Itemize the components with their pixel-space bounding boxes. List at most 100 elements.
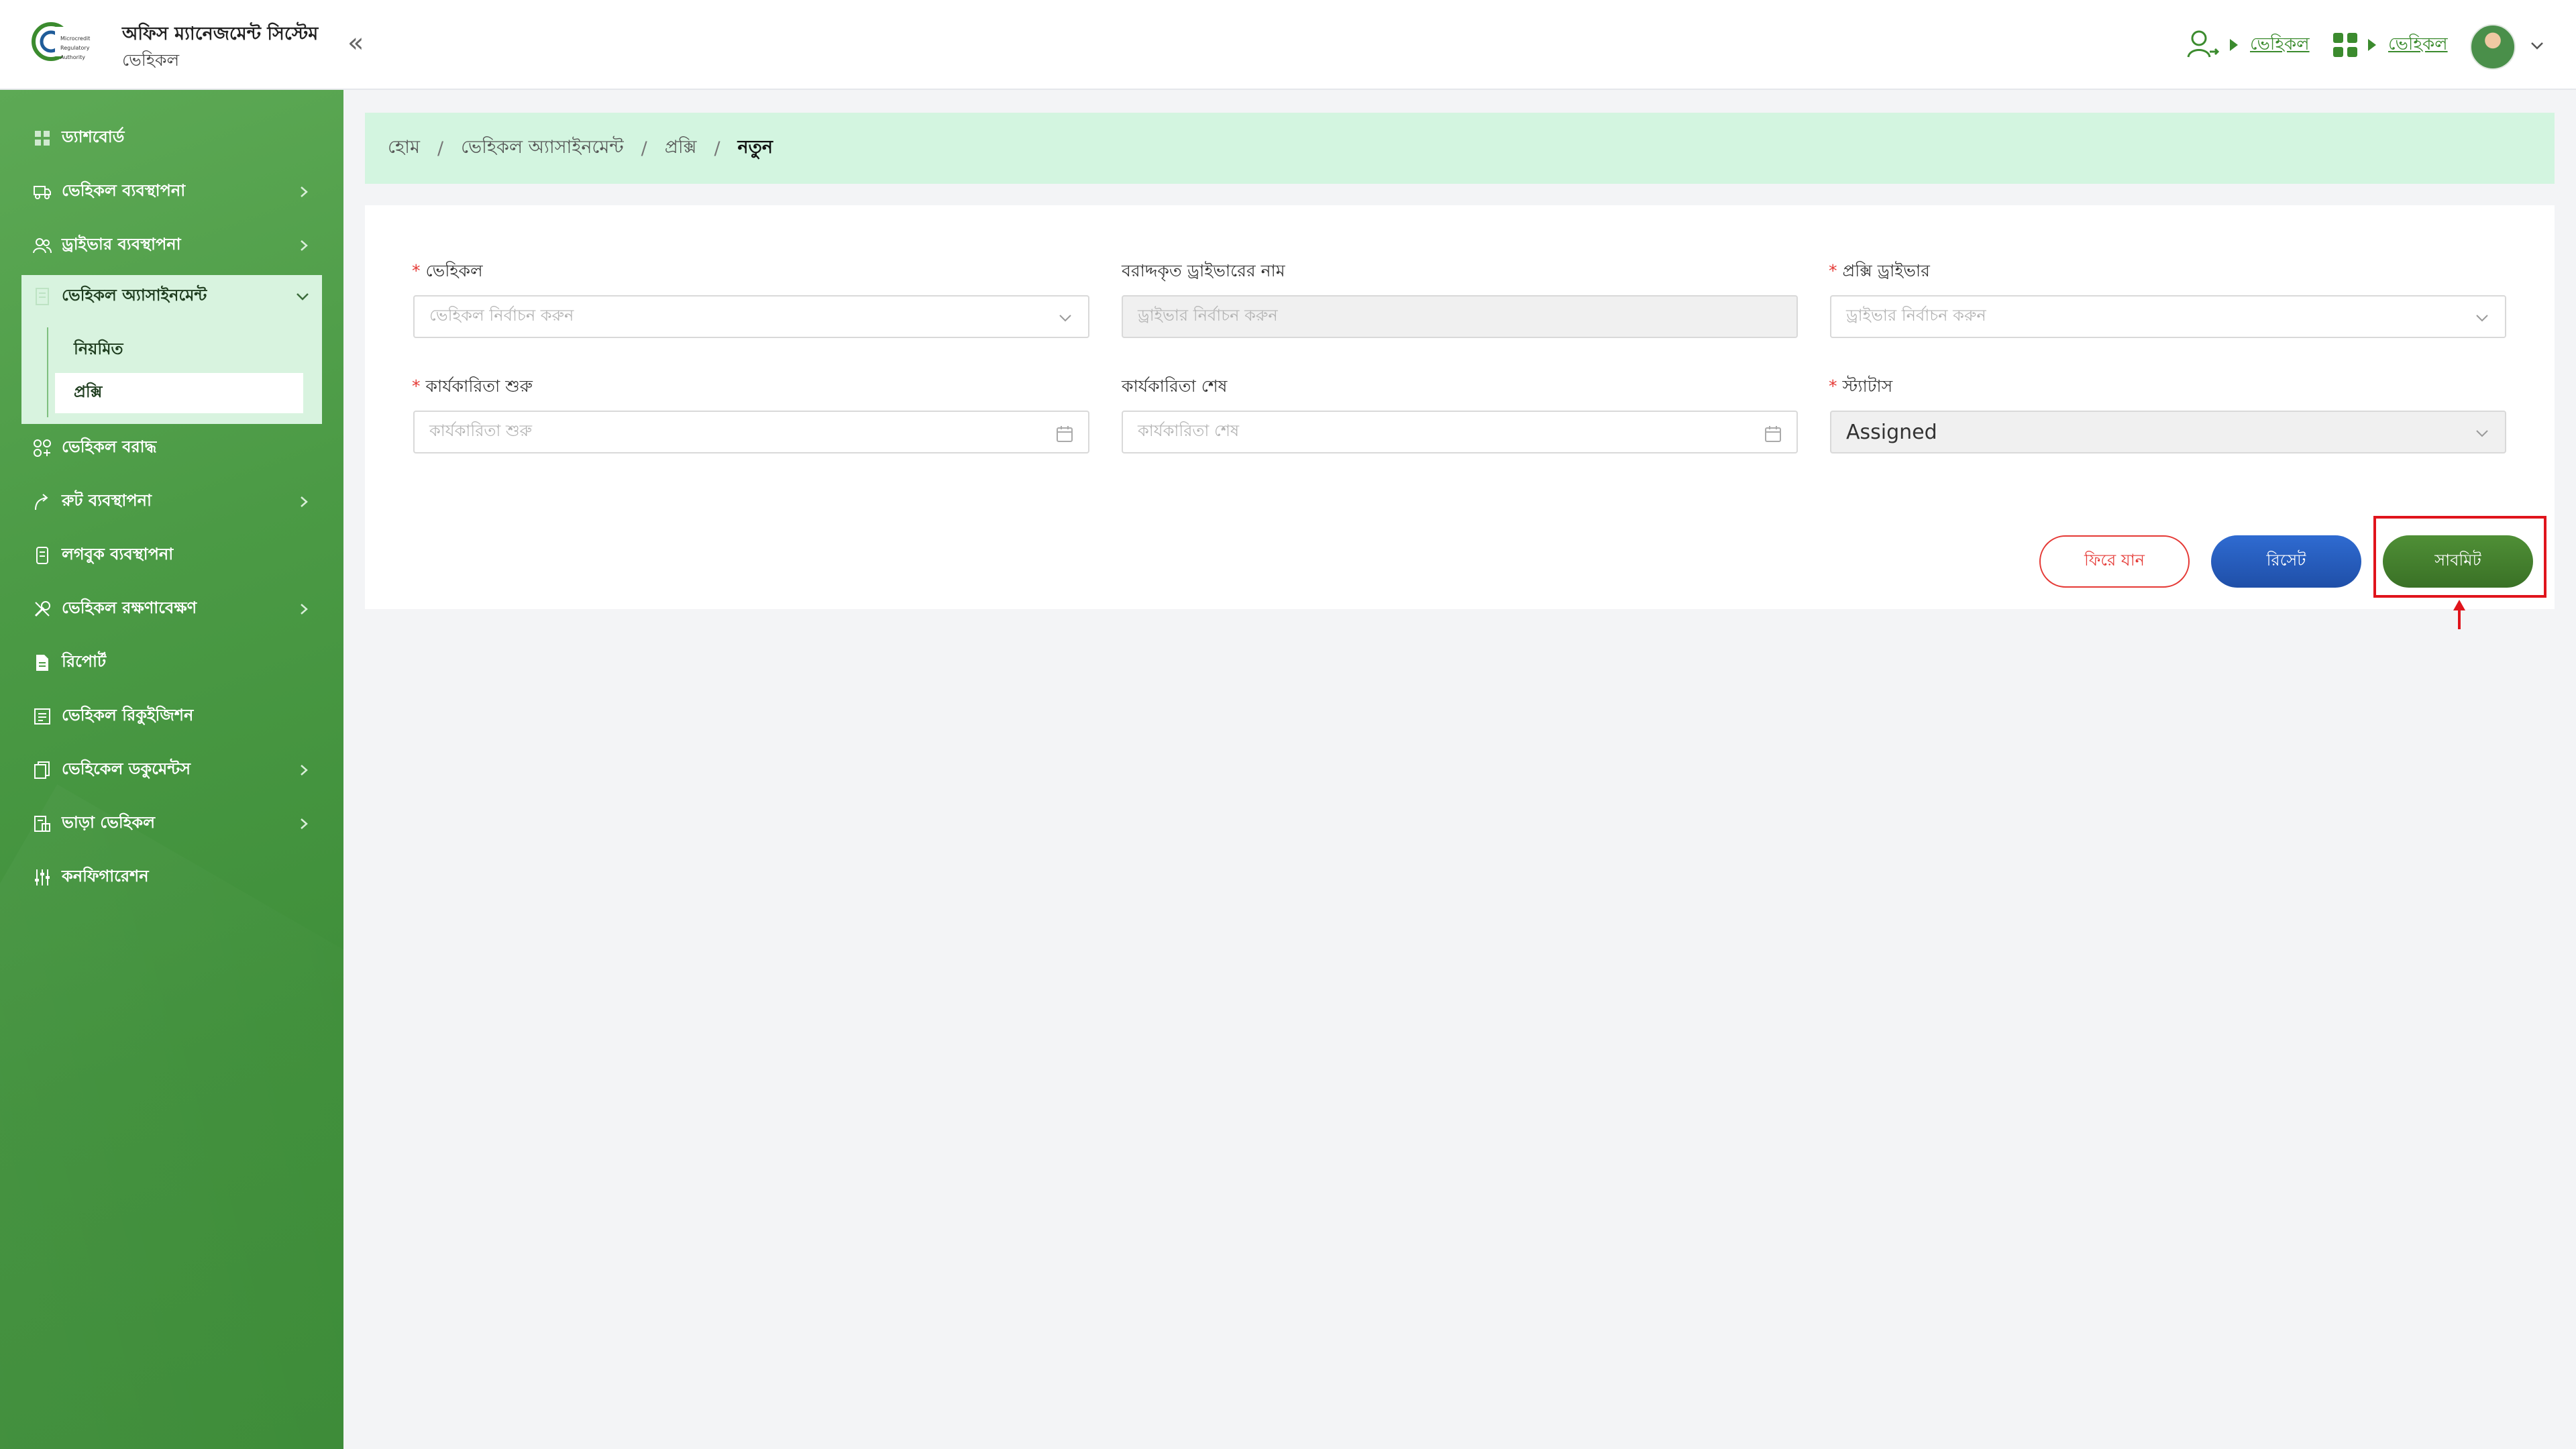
sidebar-subitem-regular[interactable]: নিয়মিত [55, 330, 303, 370]
svg-text:Microcredit: Microcredit [60, 36, 90, 42]
sidebar-item-label: ড্যাশবোর্ড [62, 127, 125, 146]
breadcrumb-current: নতুন [737, 136, 773, 158]
sidebar-subitem-label: নিয়মিত [74, 339, 123, 358]
end-date-placeholder: কার্যকারিতা শেষ [1138, 421, 1240, 440]
chevron-right-icon [301, 496, 308, 507]
sidebar-subitem-label: প্রক্সি [74, 382, 103, 401]
sidebar-item-vehicle-assignment[interactable]: ভেহিকল অ্যাসাইনমেন্ট [21, 275, 322, 318]
breadcrumb-home[interactable]: হোম [388, 133, 420, 164]
breadcrumb-separator: / [714, 138, 720, 159]
breadcrumb-separator: / [641, 138, 647, 159]
proxy-driver-placeholder: ড্রাইভার নির্বাচন করুন [1846, 306, 1986, 325]
chevron-down-icon [2476, 315, 2488, 322]
sidebar-item-label: রিপোর্ট [62, 652, 107, 671]
assigned-driver-placeholder: ড্রাইভার নির্বাচন করুন [1138, 306, 1278, 325]
sidebar-item-label: ভাড়া ভেহিকল [62, 813, 156, 832]
sidebar-item-vehicle-requisition[interactable]: ভেহিকল রিকুইজিশন [21, 695, 322, 738]
chevron-down-icon [2476, 430, 2488, 437]
sidebar-item-label: লগবুক ব্যবস্থাপনা [62, 545, 174, 564]
required-mark: * [1829, 261, 1837, 280]
sidebar-item-driver-management[interactable]: ড্রাইভার ব্যবস্থাপনা [21, 224, 322, 267]
sidebar-item-label: রুট ব্যবস্থাপনা [62, 491, 152, 510]
vehicle-select[interactable]: ভেহিকল নির্বাচন করুন [413, 295, 1089, 338]
sidebar-item-logbook-management[interactable]: লগবুক ব্যবস্থাপনা [21, 534, 322, 577]
back-button[interactable]: ফিরে যান [2039, 535, 2190, 588]
sidebar-item-label: ড্রাইভার ব্যবস্থাপনা [62, 235, 181, 254]
sidebar-subitem-proxy[interactable]: প্রক্সি [55, 373, 303, 413]
end-date-picker[interactable]: কার্যকারিতা শেষ [1122, 411, 1798, 453]
breadcrumb-vehicle-assignment[interactable]: ভেহিকল অ্যাসাইনমেন্ট [461, 133, 624, 164]
sidebar-item-vehicle-management[interactable]: ভেহিকল ব্যবস্থাপনা [21, 170, 322, 213]
svg-text:Authority: Authority [60, 54, 85, 60]
chevron-right-icon [301, 765, 308, 775]
authority-logo: Microcredit Regulatory Authority [32, 22, 90, 61]
truck-icon [32, 182, 52, 202]
arrow-up-icon [2453, 600, 2465, 629]
reset-button[interactable]: রিসেট [2211, 535, 2361, 588]
sidebar-item-vehicle-maintenance[interactable]: ভেহিকল রক্ষণাবেক্ষণ [21, 588, 322, 631]
proxy-driver-select[interactable]: ড্রাইভার নির্বাচন করুন [1830, 295, 2506, 338]
chevron-down-icon[interactable] [2529, 38, 2545, 54]
svg-text:Regulatory: Regulatory [60, 45, 90, 51]
breadcrumb-proxy[interactable]: প্রক্সি [665, 133, 697, 164]
calendar-icon [1765, 426, 1781, 442]
chevron-down-icon [297, 293, 309, 301]
dashboard-icon [32, 128, 52, 148]
arrow-right-icon [2230, 39, 2238, 51]
submenu-guide-line [47, 327, 48, 417]
submit-highlight-box [2373, 516, 2546, 598]
wrench-icon [32, 599, 52, 619]
sidebar-item-label: ভেহিকল রক্ষণাবেক্ষণ [62, 598, 197, 617]
module-switcher[interactable]: ভেহিকল [2332, 24, 2448, 66]
assigned-driver-label: বরাদ্দকৃত ড্রাইভারের নাম [1122, 261, 1285, 280]
sliders-icon [32, 867, 52, 888]
calendar-icon [1057, 426, 1073, 442]
sidebar-item-rental-vehicle[interactable]: ভাড়া ভেহিকল [21, 802, 322, 845]
required-mark: * [1829, 376, 1837, 396]
sidebar-group-vehicle-assignment: ভেহিকল অ্যাসাইনমেন্ট নিয়মিত প্রক্সি [21, 275, 322, 424]
document-icon [32, 286, 52, 307]
sidebar-item-vehicle-allocation[interactable]: ভেহিকল বরাদ্ধ [21, 427, 322, 470]
start-date-placeholder: কার্যকারিতা শুরু [429, 421, 533, 440]
start-date-label: * কার্যকারিতা শুরু [412, 376, 533, 396]
chevron-down-icon [1059, 315, 1071, 322]
sidebar-item-label: কনফিগারেশন [62, 867, 149, 885]
sidebar-item-vehicle-documents[interactable]: ভেহিকেল ডকুমেন্টস [21, 749, 322, 792]
top-header: Microcredit Regulatory Authority অফিস ম্… [0, 0, 2576, 90]
required-mark: * [412, 261, 421, 280]
documents-icon [32, 760, 52, 780]
sidebar-item-configuration[interactable]: কনফিগারেশন [21, 856, 322, 899]
breadcrumb: হোম / ভেহিকল অ্যাসাইনমেন্ট / প্রক্সি / ন… [365, 113, 2555, 184]
collapse-sidebar-icon[interactable]: « [347, 30, 364, 56]
route-icon [32, 492, 52, 512]
requisition-icon [32, 706, 52, 727]
sidebar-item-report[interactable]: রিপোর্ট [21, 641, 322, 684]
sidebar-item-route-management[interactable]: রুট ব্যবস্থাপনা [21, 480, 322, 523]
arrow-right-icon [2368, 39, 2376, 51]
user-switch-icon [2187, 30, 2220, 58]
sidebar-item-label: ভেহিকল রিকুইজিশন [62, 706, 194, 724]
end-date-label: কার্যকারিতা শেষ [1122, 376, 1228, 396]
status-select[interactable]: Assigned [1830, 411, 2506, 453]
allocation-icon [32, 438, 52, 458]
module-link[interactable]: ভেহিকল [2388, 30, 2448, 60]
sidebar-item-label: ভেহিকেল ডকুমেন্টস [62, 759, 191, 778]
user-avatar[interactable] [2470, 24, 2516, 70]
required-mark: * [412, 376, 421, 396]
app-title: অফিস ম্যানেজমেন্ট সিস্টেম [122, 23, 319, 44]
chevron-right-icon [301, 186, 308, 197]
chevron-right-icon [301, 604, 308, 614]
sidebar: ড্যাশবোর্ড ভেহিকল ব্যবস্থাপনা ড্রাইভার ব… [0, 90, 343, 1449]
users-icon [32, 235, 52, 256]
sidebar-item-dashboard[interactable]: ড্যাশবোর্ড [21, 117, 322, 160]
start-date-picker[interactable]: কার্যকারিতা শুরু [413, 411, 1089, 453]
role-link[interactable]: ভেহিকল [2250, 30, 2310, 60]
app-subtitle: ভেহিকল [122, 50, 180, 70]
status-label: * স্ট্যাটাস [1829, 376, 1893, 396]
rental-icon [32, 814, 52, 834]
sidebar-item-label: ভেহিকল ব্যবস্থাপনা [62, 181, 186, 200]
sidebar-item-label: ভেহিকল অ্যাসাইনমেন্ট [62, 286, 207, 305]
role-switcher[interactable]: ভেহিকল [2186, 24, 2310, 66]
chevron-right-icon [301, 818, 308, 829]
logbook-icon [32, 545, 52, 566]
